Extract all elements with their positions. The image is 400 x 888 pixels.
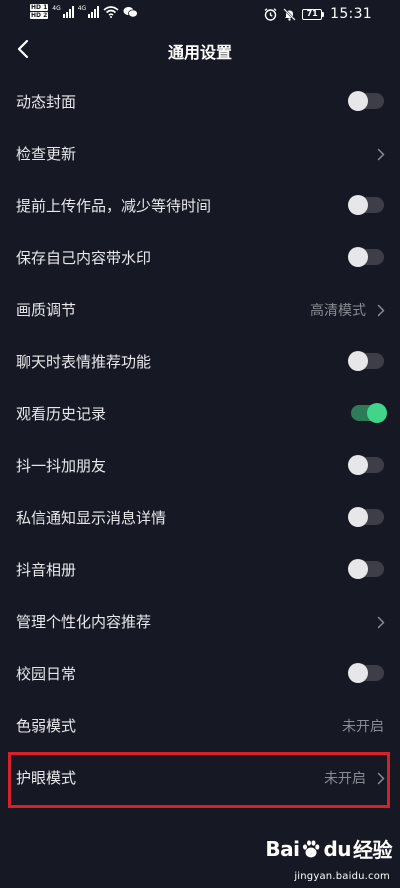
toggle-knob bbox=[348, 507, 368, 527]
wifi-icon bbox=[103, 5, 119, 18]
paw-icon bbox=[301, 839, 321, 859]
setting-label: 保存自己内容带水印 bbox=[16, 249, 152, 267]
signal-icon: 4G bbox=[52, 4, 74, 18]
toggle-switch[interactable] bbox=[348, 247, 384, 267]
header: 通用设置 bbox=[0, 30, 400, 70]
setting-row-douyin-album[interactable]: 抖音相册 bbox=[0, 544, 400, 596]
logo-text-right: du bbox=[323, 836, 351, 861]
toggle-switch[interactable] bbox=[348, 663, 384, 683]
toggle-knob bbox=[367, 403, 387, 423]
logo-text-left: Bai bbox=[265, 836, 300, 861]
toggle-switch[interactable] bbox=[348, 559, 384, 579]
setting-row-watch-history[interactable]: 观看历史记录 bbox=[0, 388, 400, 440]
setting-label: 画质调节 bbox=[16, 301, 77, 319]
setting-row-quality[interactable]: 画质调节 高清模式 bbox=[0, 284, 400, 336]
setting-row-shake-add-friend[interactable]: 抖一抖加朋友 bbox=[0, 440, 400, 492]
setting-label: 提前上传作品，减少等待时间 bbox=[16, 197, 212, 215]
mute-icon bbox=[283, 7, 296, 21]
setting-value: 高清模式 bbox=[310, 303, 366, 319]
toggle-knob bbox=[348, 247, 368, 267]
setting-label: 色弱模式 bbox=[16, 717, 77, 735]
setting-label: 检查更新 bbox=[16, 145, 77, 163]
toggle-switch[interactable] bbox=[348, 351, 384, 371]
logo-suffix: 经验 bbox=[353, 838, 393, 862]
sim1-indicator: HD 1 bbox=[30, 4, 49, 11]
chevron-right-icon bbox=[376, 146, 386, 162]
toggle-knob bbox=[348, 663, 368, 683]
toggle-knob bbox=[348, 351, 368, 371]
wechat-icon bbox=[123, 6, 139, 18]
battery-icon: 71 bbox=[302, 8, 325, 20]
highlight-box bbox=[8, 752, 390, 808]
toggle-switch[interactable] bbox=[351, 403, 387, 423]
setting-row-save-watermark[interactable]: 保存自己内容带水印 bbox=[0, 232, 400, 284]
watermark-url: jingyan.baidu.com bbox=[294, 871, 390, 882]
toggle-knob bbox=[348, 91, 368, 111]
setting-row-personalized-recommend[interactable]: 管理个性化内容推荐 bbox=[0, 596, 400, 648]
setting-label: 观看历史记录 bbox=[16, 405, 107, 423]
page-title: 通用设置 bbox=[167, 43, 232, 62]
status-time: 15:31 bbox=[330, 6, 372, 22]
setting-row-campus-daily[interactable]: 校园日常 bbox=[0, 648, 400, 700]
status-bar: HD 1 HD 2 4G 4G 71 15:31 bbox=[0, 0, 400, 30]
sim2-label: HD 2 bbox=[30, 12, 49, 19]
setting-label: 私信通知显示消息详情 bbox=[16, 509, 167, 527]
sim1-label: HD 1 bbox=[30, 4, 49, 11]
signal-icon: 4G bbox=[77, 4, 100, 18]
setting-row-emoji-recommend[interactable]: 聊天时表情推荐功能 bbox=[0, 336, 400, 388]
setting-label: 抖一抖加朋友 bbox=[16, 457, 107, 475]
toggle-switch[interactable] bbox=[348, 91, 384, 111]
setting-label: 抖音相册 bbox=[16, 561, 77, 579]
alarm-icon bbox=[264, 7, 277, 21]
settings-list: 动态封面检查更新提前上传作品，减少等待时间 保存自己内容带水印 画质调节 高清模式聊天… bbox=[0, 76, 400, 804]
chevron-right-icon bbox=[376, 614, 386, 630]
setting-row-dynamic-cover[interactable]: 动态封面 bbox=[0, 76, 400, 128]
setting-row-check-update[interactable]: 检查更新 bbox=[0, 128, 400, 180]
toggle-knob bbox=[348, 455, 368, 475]
toggle-switch[interactable] bbox=[348, 195, 384, 215]
baidu-logo: Bai du 经验 bbox=[265, 834, 392, 863]
toggle-switch[interactable] bbox=[348, 455, 384, 475]
network2-label: 4G bbox=[77, 4, 87, 12]
network1-label: 4G bbox=[52, 4, 61, 12]
setting-label: 动态封面 bbox=[16, 93, 77, 111]
setting-label: 聊天时表情推荐功能 bbox=[16, 353, 152, 371]
setting-row-pre-upload[interactable]: 提前上传作品，减少等待时间 bbox=[0, 180, 400, 232]
status-left: HD 1 HD 2 4G 4G bbox=[30, 4, 139, 19]
sim-indicators: HD 1 HD 2 bbox=[30, 4, 49, 19]
toggle-knob bbox=[348, 195, 368, 215]
toggle-knob bbox=[348, 559, 368, 579]
setting-row-dm-detail[interactable]: 私信通知显示消息详情 bbox=[0, 492, 400, 544]
toggle-switch[interactable] bbox=[348, 507, 384, 527]
status-right: 71 15:31 bbox=[264, 6, 372, 22]
chevron-right-icon bbox=[376, 302, 386, 318]
battery-level: 71 bbox=[306, 9, 318, 18]
setting-label: 校园日常 bbox=[16, 665, 77, 683]
baidu-jingyan-watermark: Bai du 经验 jingyan.baidu.com bbox=[242, 834, 392, 883]
setting-label: 管理个性化内容推荐 bbox=[16, 613, 152, 631]
sim2-indicator: HD 2 bbox=[30, 12, 49, 19]
setting-row-color-weak-mode[interactable]: 色弱模式 未开启 bbox=[0, 700, 400, 752]
setting-value: 未开启 bbox=[342, 719, 384, 735]
